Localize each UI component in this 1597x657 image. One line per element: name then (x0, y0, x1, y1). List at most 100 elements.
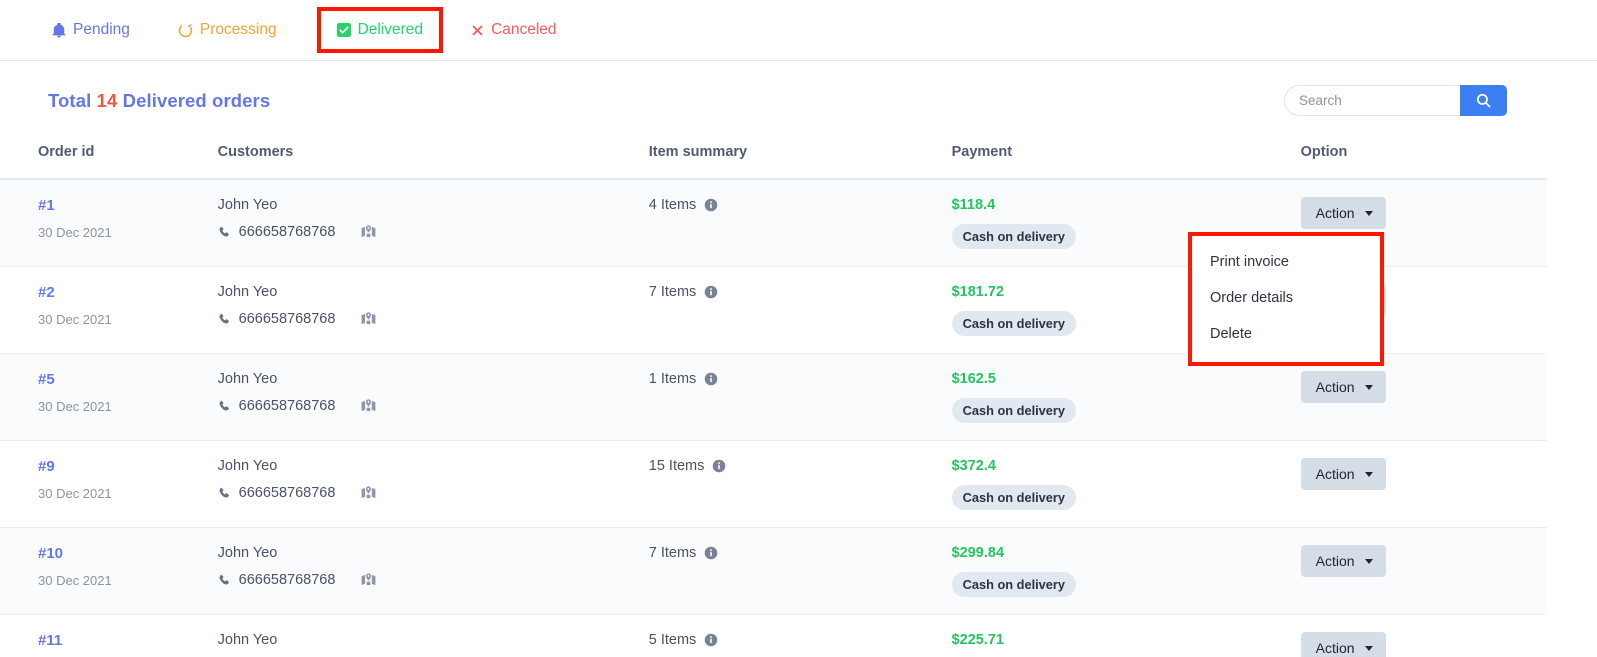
item-count-label: 4 Items (648, 197, 697, 213)
item-count-label: 15 Items (648, 458, 705, 474)
spinner-icon (178, 23, 193, 38)
action-button[interactable]: Action (1300, 371, 1386, 403)
info-icon[interactable] (712, 459, 726, 473)
payment-method-badge: Cash on delivery (951, 572, 1077, 597)
customer-contact: 666658768768 (218, 398, 649, 414)
total-count: 14 (96, 89, 118, 111)
payment-method-badge: Cash on delivery (951, 398, 1077, 423)
action-button[interactable]: Action (1300, 197, 1386, 229)
map-marked-icon[interactable] (361, 225, 376, 239)
payment-amount: $372.4 (951, 458, 996, 474)
info-icon[interactable] (704, 372, 718, 386)
item-count: 7 Items (649, 284, 952, 300)
tab-delivered-label: Delivered (357, 21, 424, 38)
customer-phone: 666658768768 (218, 311, 336, 327)
customer-contact: 666658768768 (218, 572, 649, 588)
customer-phone-number: 666658768768 (238, 572, 336, 588)
item-count-label: 1 Items (648, 371, 697, 387)
check-square-icon (336, 23, 351, 37)
page-title: Total 14 Delivered orders (48, 90, 270, 112)
order-date: 30 Dec 2021 (38, 573, 112, 588)
cell-customer: John Yeo 666658768768 (218, 441, 649, 528)
tab-processing[interactable]: Processing (164, 11, 291, 49)
dropdown-item-delete[interactable]: Delete (1192, 316, 1380, 352)
column-customers: Customers (217, 138, 649, 180)
table-row: #11 30 Dec 2021 John Yeo 666658768768 (0, 614, 1547, 657)
column-order-id: Order id (0, 138, 218, 180)
phone-icon (218, 400, 231, 413)
customer-phone: 666658768768 (218, 224, 336, 240)
cell-customer: John Yeo 666658768768 (218, 615, 649, 657)
order-id-link[interactable]: #5 (38, 371, 218, 388)
cell-order-id: #11 30 Dec 2021 (0, 615, 218, 657)
order-id-link[interactable]: #11 (38, 632, 218, 649)
cell-item-summary: 7 Items (649, 528, 952, 615)
cell-option: Action (1300, 354, 1547, 441)
phone-icon (218, 487, 231, 500)
table-row: #9 30 Dec 2021 John Yeo 666658768768 15 … (0, 440, 1547, 528)
dropdown-item-print-invoice[interactable]: Print invoice (1192, 244, 1380, 280)
customer-phone-number: 666658768768 (238, 311, 336, 327)
map-marked-icon[interactable] (361, 312, 376, 326)
payment-method-badge: Cash on delivery (951, 311, 1077, 336)
action-button[interactable]: Action (1300, 632, 1386, 657)
table-header: Order id Customers Item summary Payment … (0, 138, 1547, 180)
cell-order-id: #5 30 Dec 2021 (0, 354, 218, 441)
order-id-link[interactable]: #9 (38, 458, 218, 475)
info-icon[interactable] (704, 285, 718, 299)
order-id-link[interactable]: #1 (38, 197, 218, 214)
order-id-link[interactable]: #2 (38, 284, 218, 301)
customer-contact: 666658768768 (218, 485, 649, 501)
map-marked-icon[interactable] (361, 399, 376, 413)
search-icon (1476, 93, 1491, 108)
payment-amount: $118.4 (951, 197, 996, 213)
customer-contact: 666658768768 (218, 311, 649, 327)
search-bar (1284, 85, 1507, 116)
phone-icon (218, 574, 231, 587)
action-dropdown-menu[interactable]: Print invoice Order details Delete (1188, 232, 1384, 366)
total-suffix: Delivered orders (122, 89, 271, 111)
tab-canceled[interactable]: Canceled (457, 11, 571, 49)
payment-amount: $162.5 (951, 371, 996, 387)
cell-item-summary: 5 Items (649, 615, 952, 657)
column-option: Option (1300, 138, 1547, 180)
info-icon[interactable] (704, 633, 718, 647)
customer-name: John Yeo (217, 371, 278, 387)
cell-item-summary: 1 Items (649, 354, 952, 441)
search-button[interactable] (1460, 85, 1507, 116)
order-date: 30 Dec 2021 (38, 399, 112, 414)
action-button[interactable]: Action (1300, 458, 1386, 490)
chevron-down-icon (1364, 384, 1373, 390)
order-id-link[interactable]: #10 (38, 545, 218, 562)
cell-option: Action (1300, 441, 1547, 528)
map-marked-icon[interactable] (361, 573, 376, 587)
action-button-label: Action (1315, 379, 1355, 395)
cell-customer: John Yeo 666658768768 (218, 354, 649, 441)
tab-pending[interactable]: Pending (38, 11, 144, 49)
customer-phone-number: 666658768768 (238, 224, 336, 240)
info-icon[interactable] (704, 198, 718, 212)
action-button[interactable]: Action (1300, 545, 1386, 577)
order-date: 30 Dec 2021 (38, 312, 112, 327)
item-count: 5 Items (649, 632, 952, 648)
table-row: #10 30 Dec 2021 John Yeo 666658768768 7 … (0, 527, 1547, 615)
dropdown-item-order-details[interactable]: Order details (1192, 280, 1380, 316)
search-input[interactable] (1284, 85, 1460, 116)
customer-name: John Yeo (217, 545, 278, 561)
cell-customer: John Yeo 666658768768 (218, 179, 649, 267)
item-count: 4 Items (649, 197, 952, 213)
item-count-label: 7 Items (648, 545, 697, 561)
cell-order-id: #2 30 Dec 2021 (0, 267, 218, 354)
customer-name: John Yeo (217, 284, 278, 300)
info-icon[interactable] (704, 546, 718, 560)
tab-delivered[interactable]: Delivered (316, 7, 444, 53)
action-button-label: Action (1315, 553, 1355, 569)
cell-payment: $299.84 Cash on delivery (951, 528, 1301, 615)
customer-phone-number: 666658768768 (238, 485, 336, 501)
orders-page: Pending Processing Delivered Canceled To… (0, 0, 1597, 657)
order-status-tabs: Pending Processing Delivered Canceled (0, 0, 1597, 61)
bell-icon (52, 22, 66, 38)
cell-option: Action (1300, 615, 1547, 657)
map-marked-icon[interactable] (361, 486, 376, 500)
customer-phone: 666658768768 (218, 485, 336, 501)
